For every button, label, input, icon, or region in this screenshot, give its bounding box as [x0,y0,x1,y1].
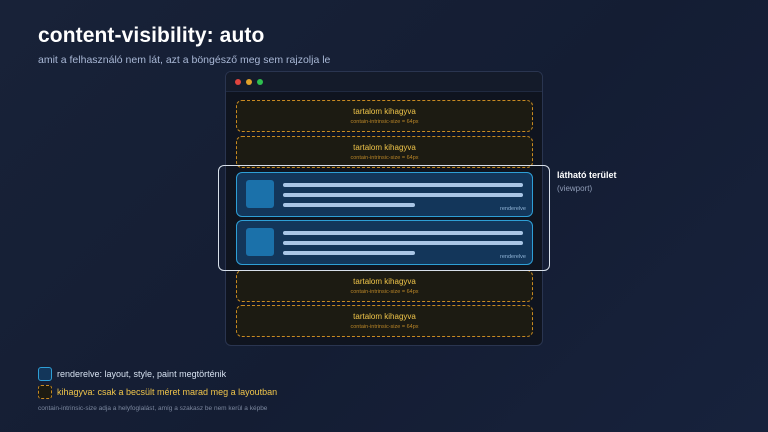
skipped-block-sublabel: contain-intrinsic-size = 64px [350,289,419,295]
page-title: content-visibility: auto [38,24,265,47]
legend-skipped-text: kihagyva: csak a becsült méret marad meg… [57,387,278,397]
viewport-sublabel: (viewport) [557,184,593,193]
close-dot-icon [235,79,241,85]
skipped-block-label: tartalom kihagyva [353,312,416,321]
legend-rendered-text: renderelve: layout, style, paint megtört… [57,369,227,379]
legend-rendered-swatch [38,367,52,381]
skipped-block: tartalom kihagyva contain-intrinsic-size… [236,305,533,337]
skipped-block: tartalom kihagyva contain-intrinsic-size… [236,136,533,168]
skipped-block-sublabel: contain-intrinsic-size = 64px [350,119,419,125]
skipped-block-label: tartalom kihagyva [353,107,416,116]
page-subtitle: amit a felhasználó nem lát, azt a böngés… [38,54,331,66]
skipped-block-label: tartalom kihagyva [353,277,416,286]
maximize-dot-icon [257,79,263,85]
minimize-dot-icon [246,79,252,85]
viewport-frame [218,165,550,271]
skipped-block: tartalom kihagyva contain-intrinsic-size… [236,270,533,302]
window-titlebar [226,72,542,92]
footnote: contain-intrinsic-size adja a helyfoglal… [38,405,268,412]
skipped-block-label: tartalom kihagyva [353,143,416,152]
skipped-block: tartalom kihagyva contain-intrinsic-size… [236,100,533,132]
skipped-block-sublabel: contain-intrinsic-size = 64px [350,324,419,330]
legend-skipped-swatch [38,385,52,399]
viewport-label: látható terület [557,170,617,180]
skipped-block-sublabel: contain-intrinsic-size = 64px [350,155,419,161]
